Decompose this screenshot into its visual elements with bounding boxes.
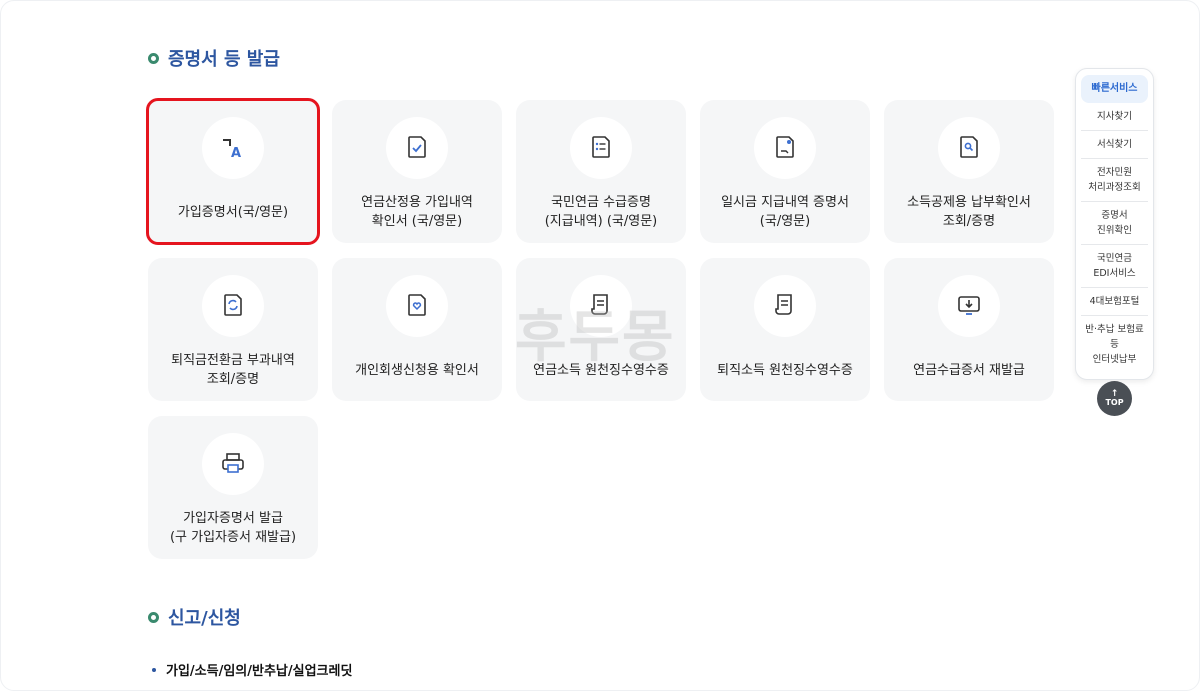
- bullet-icon: [152, 667, 156, 672]
- document-search-icon: [938, 117, 1000, 179]
- certificate-card-label: 연금산정용 가입내역 확인서 (국/영문): [361, 195, 473, 229]
- certificate-card[interactable]: 개인회생신청용 확인서: [332, 258, 502, 401]
- arrow-up-icon: ↑: [1110, 389, 1119, 399]
- document-stamp-icon: [754, 117, 816, 179]
- certificate-card-label: 가입자증명서 발급 (구 가입자증서 재발급): [169, 511, 297, 545]
- report-subitem-label: 가입/소득/임의/반추납/실업크레딧: [166, 664, 353, 679]
- document-list-icon: [570, 117, 632, 179]
- section-title-text: 증명서 등 발급: [168, 49, 280, 70]
- certificate-card[interactable]: 연금소득 원천징수영수증: [516, 258, 686, 401]
- certificate-card-label: 퇴직금전환금 부과내역 조회/증명: [171, 353, 295, 387]
- certificate-card[interactable]: 퇴직소득 원천징수영수증: [700, 258, 870, 401]
- document-heart-icon: [386, 275, 448, 337]
- scroll-top-button[interactable]: ↑ TOP: [1097, 381, 1132, 416]
- certificate-card[interactable]: 연금수급증서 재발급: [884, 258, 1054, 401]
- translate-icon: A: [202, 117, 264, 179]
- quick-service-item[interactable]: 반·추납 보험료등 인터넷납부: [1081, 316, 1148, 373]
- document-refresh-icon: [202, 275, 264, 337]
- quick-service-item[interactable]: 서식찾기: [1081, 131, 1148, 159]
- receipt-icon: [570, 275, 632, 337]
- section-title-report: 신고/신청: [148, 604, 241, 630]
- certificate-card-label: 개인회생신청용 확인서: [355, 363, 479, 378]
- certificate-card[interactable]: 소득공제용 납부확인서 조회/증명: [884, 100, 1054, 243]
- certificate-card-label: 연금소득 원천징수영수증: [533, 363, 669, 378]
- certificate-card[interactable]: 퇴직금전환금 부과내역 조회/증명: [148, 258, 318, 401]
- printer-icon: [202, 433, 264, 495]
- section-title-certificates: 증명서 등 발급: [148, 45, 280, 71]
- monitor-download-icon: [938, 275, 1000, 337]
- top-label: TOP: [1105, 398, 1124, 407]
- section-bullet-icon: [148, 52, 159, 64]
- certificate-card[interactable]: 일시금 지급내역 증명서 (국/영문): [700, 100, 870, 243]
- certificate-card-label: 퇴직소득 원천징수영수증: [717, 363, 853, 378]
- certificate-card-label: 소득공제용 납부확인서 조회/증명: [907, 195, 1031, 229]
- quick-service-item[interactable]: 지사찾기: [1081, 103, 1148, 131]
- quick-service-item[interactable]: 증명서 진위확인: [1081, 202, 1148, 245]
- certificate-card-label: 일시금 지급내역 증명서 (국/영문): [721, 195, 849, 229]
- quick-service-item[interactable]: 전자민원 처리과정조회: [1081, 159, 1148, 202]
- certificate-card[interactable]: A 가입증명서(국/영문): [146, 98, 320, 245]
- certificate-card[interactable]: 국민연금 수급증명 (지급내역) (국/영문): [516, 100, 686, 243]
- certificate-card-label: 연금수급증서 재발급: [913, 363, 1025, 378]
- section-title-text: 신고/신청: [168, 608, 241, 629]
- certificate-card-label: 국민연금 수급증명 (지급내역) (국/영문): [544, 195, 658, 229]
- certificate-grid: A 가입증명서(국/영문) 연금산정용 가입내역 확인서 (국/영문) 국민연금 수급…: [146, 98, 1054, 559]
- report-subitem[interactable]: 가입/소득/임의/반추납/실업크레딧: [152, 660, 352, 679]
- section-bullet-icon: [148, 611, 159, 623]
- certificate-card[interactable]: 가입자증명서 발급 (구 가입자증서 재발급): [148, 416, 318, 559]
- svg-text:A: A: [231, 146, 241, 161]
- certificate-card-label: 가입증명서(국/영문): [177, 205, 289, 220]
- document-check-icon: [386, 117, 448, 179]
- quick-service-item[interactable]: 4대보험포털: [1081, 288, 1148, 316]
- quick-service-panel: 빠른서비스 지사찾기 서식찾기 전자민원 처리과정조회 증명서 진위확인 국민연금 ED…: [1075, 68, 1154, 380]
- quick-service-title[interactable]: 빠른서비스: [1081, 75, 1148, 103]
- quick-service-item[interactable]: 국민연금 EDI서비스: [1081, 245, 1148, 288]
- receipt-icon: [754, 275, 816, 337]
- certificate-card[interactable]: 연금산정용 가입내역 확인서 (국/영문): [332, 100, 502, 243]
